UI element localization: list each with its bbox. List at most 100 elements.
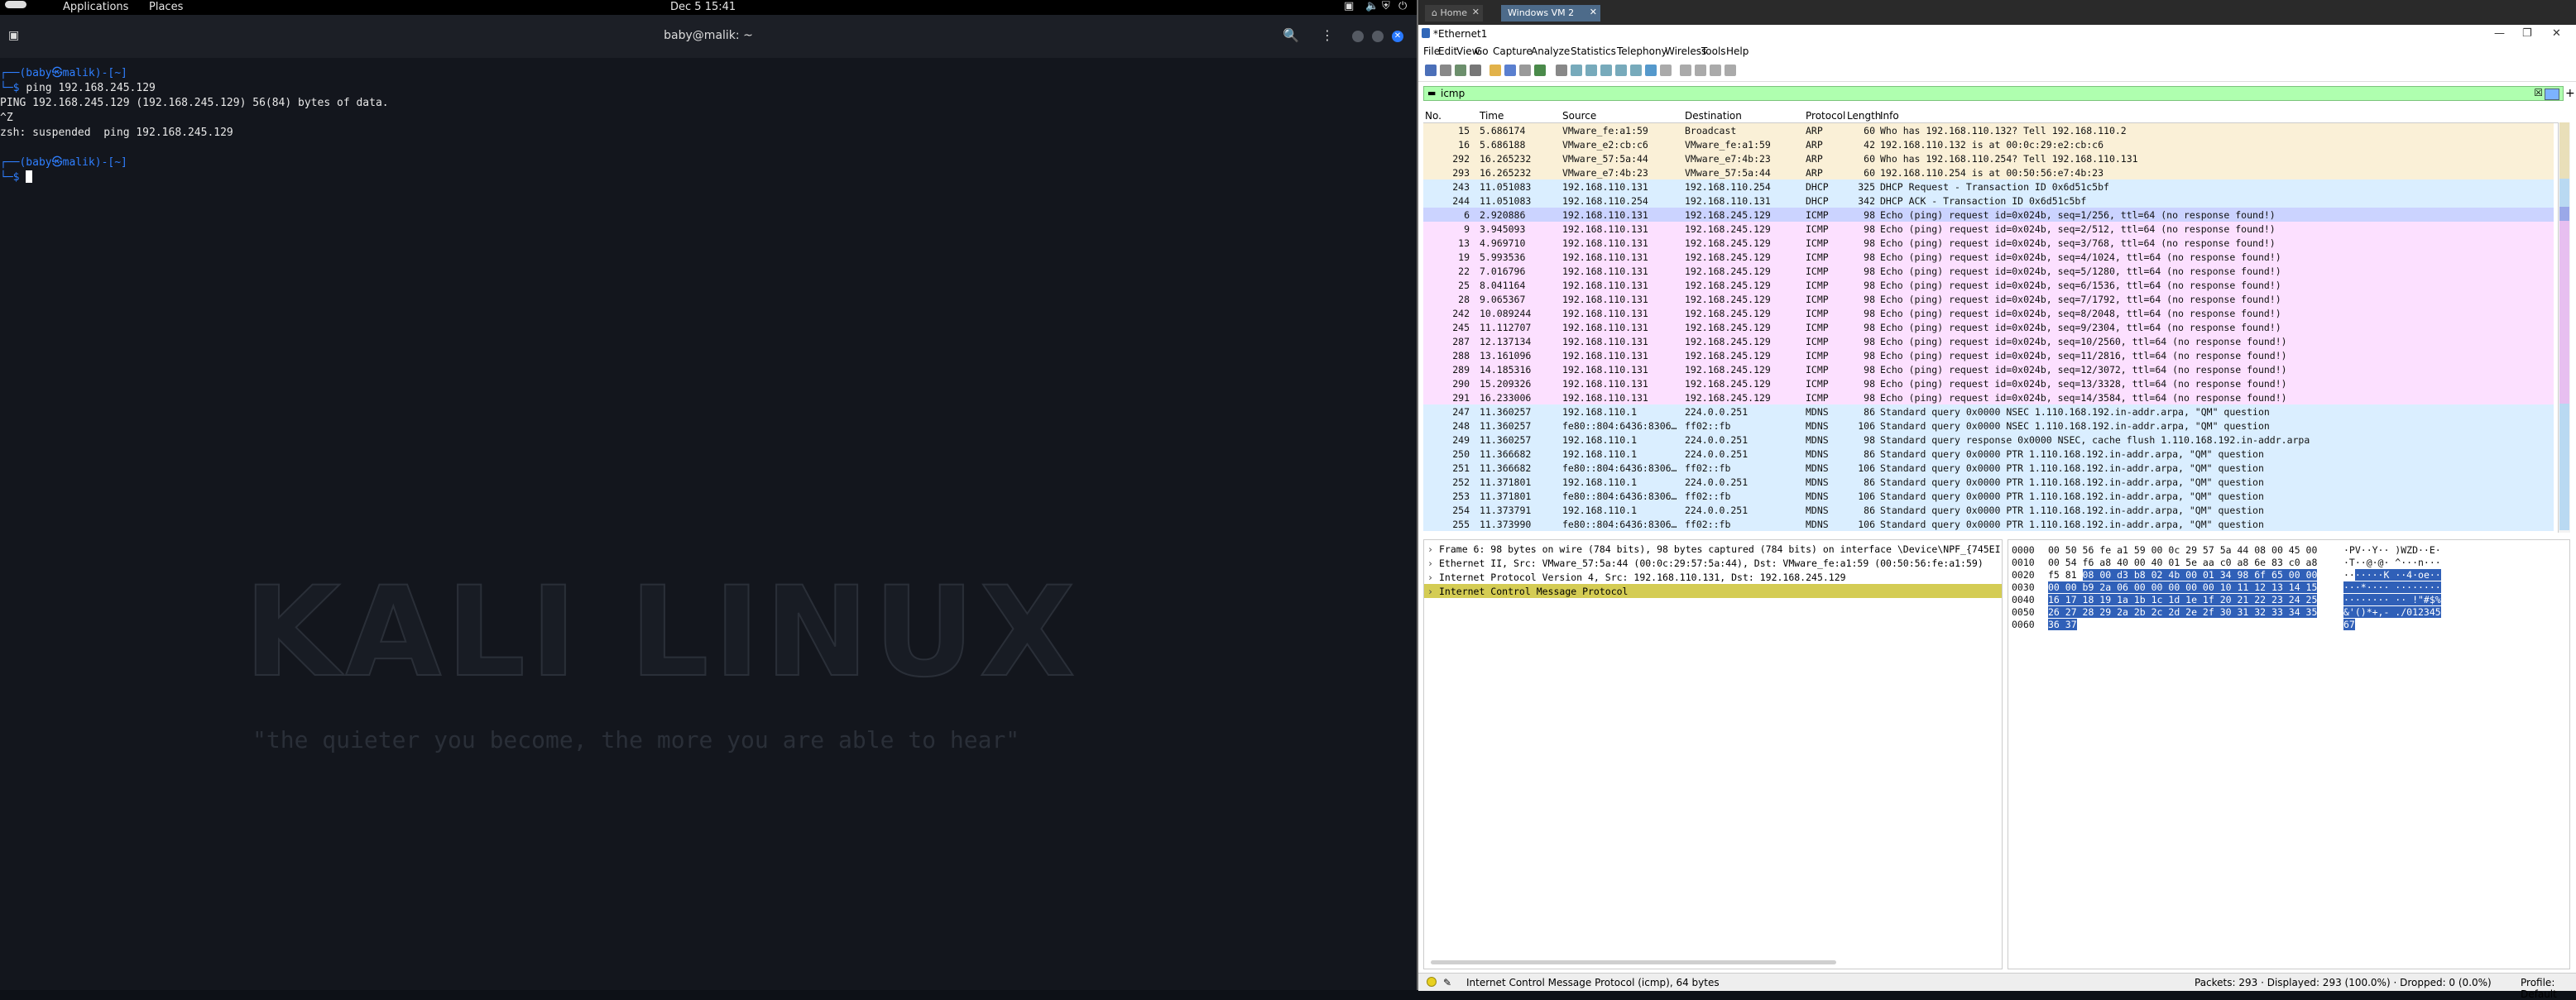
menu-edit[interactable]: Edit [1438, 45, 1457, 57]
packet-row[interactable]: 254 11.373791 192.168.110.1 224.0.0.251 MDNS… [1423, 503, 2554, 517]
maximize-button[interactable] [1372, 31, 1384, 42]
bytes-hex[interactable]: 16 17 18 19 1a 1b 1c 1d 1e 1f 20 21 22 2… [2048, 594, 2318, 605]
packet-row[interactable]: 22 7.016796 192.168.110.131 192.168.245.129… [1423, 264, 2554, 278]
packet-row[interactable]: 244 11.051083 192.168.110.254 192.168.110.1… [1423, 194, 2554, 208]
packet-row[interactable]: 249 11.360257 192.168.110.1 224.0.0.251 MDNS… [1423, 433, 2554, 447]
restart-capture-icon[interactable] [1455, 65, 1466, 76]
menu-go[interactable]: Go [1475, 45, 1489, 57]
tab-home[interactable]: ⌂ Home ✕ [1425, 5, 1483, 22]
apply-filter-button[interactable] [2545, 89, 2559, 100]
expand-arrow-icon[interactable]: › [1427, 557, 1433, 569]
bytes-hex[interactable]: 00 50 56 fe a1 59 00 0c 29 57 5a 44 08 0… [2048, 544, 2317, 556]
activities-button[interactable] [5, 1, 26, 8]
start-capture-icon[interactable] [1425, 65, 1437, 76]
minimize-button[interactable] [1352, 31, 1364, 42]
packet-row[interactable]: 25 8.041164 192.168.110.131 192.168.245.129… [1423, 278, 2554, 292]
column-header-protocol[interactable]: Protocol [1806, 110, 1845, 122]
packet-row[interactable]: 13 4.969710 192.168.110.131 192.168.245.129… [1423, 236, 2554, 250]
menu-help[interactable]: Help [1726, 45, 1749, 57]
menu-analyze[interactable]: Analyze [1531, 45, 1570, 57]
detail-row[interactable]: › Internet Protocol Version 4, Src: 192.1… [1424, 570, 2002, 584]
bytes-hex[interactable]: f5 81 08 00 d3 b8 02 4b 00 01 34 98 6f 6… [2048, 569, 2318, 581]
column-header-source[interactable]: Source [1562, 110, 1596, 122]
packet-row[interactable]: 16 5.686188 VMware_e2:cb:c6 VMware_fe:a1:59… [1423, 137, 2554, 151]
packet-row[interactable]: 9 3.945093 192.168.110.131 192.168.245.129 I… [1423, 222, 2554, 236]
detail-row[interactable]: › Ethernet II, Src: VMware_57:5a:44 (00:0… [1424, 556, 2002, 570]
minimize-button[interactable]: — [2494, 27, 2505, 40]
bytes-hex[interactable]: 26 27 28 29 2a 2b 2c 2d 2e 2f 30 31 32 3… [2048, 606, 2318, 618]
open-file-icon[interactable] [1489, 65, 1501, 76]
bookmark-icon[interactable]: ▬ [1427, 88, 1436, 98]
resize-columns-icon[interactable] [1725, 65, 1736, 76]
bytes-ascii[interactable]: ·······K ··4·oe·· [2343, 569, 2441, 581]
edit-comment-icon[interactable]: ✎ [1443, 977, 1451, 988]
bytes-ascii[interactable]: 67 [2343, 619, 2355, 630]
menu-tools[interactable]: Tools [1701, 45, 1726, 57]
packet-row[interactable]: 248 11.360257 fe80::804:6436:8306… ff02::fb… [1423, 419, 2554, 433]
packet-row[interactable]: 290 15.209326 192.168.110.131 192.168.245.1… [1423, 376, 2554, 390]
bytes-ascii[interactable]: &'()*+,- ./012345 [2343, 606, 2441, 618]
find-packet-icon[interactable] [1556, 65, 1567, 76]
display-filter-input[interactable] [1441, 88, 2434, 99]
terminal-window[interactable]: ▣ baby@malik: ~ 🔍 ⋮ ✕ ┌──(baby㉿malik)-[~… [0, 15, 1417, 990]
bytes-ascii[interactable]: ·PV··Y·· )WZD··E· [2343, 544, 2441, 556]
go-to-packet-icon[interactable] [1600, 65, 1612, 76]
packet-row[interactable]: 251 11.366682 fe80::804:6436:8306… ff02::fb… [1423, 461, 2554, 475]
places-menu[interactable]: Places [149, 1, 183, 13]
close-button[interactable]: ✕ [2552, 27, 2561, 40]
last-packet-icon[interactable] [1630, 65, 1642, 76]
autoscroll-icon[interactable] [1645, 65, 1657, 76]
expert-info-icon[interactable] [1427, 977, 1437, 987]
column-header-info[interactable]: Info [1880, 110, 1899, 122]
first-packet-icon[interactable] [1615, 65, 1627, 76]
packet-row[interactable]: 247 11.360257 192.168.110.1 224.0.0.251 MDNS… [1423, 404, 2554, 419]
bytes-hex[interactable]: 00 54 f6 a8 40 00 40 01 5e aa c0 a8 6e 8… [2048, 557, 2317, 568]
packet-row[interactable]: 28 9.065367 192.168.110.131 192.168.245.129… [1423, 292, 2554, 306]
close-button[interactable]: ✕ [1392, 31, 1403, 42]
menu-wireless[interactable]: Wireless [1665, 45, 1706, 57]
profile-label[interactable]: Profile: Default [2521, 977, 2576, 1000]
bytes-ascii[interactable]: ·T··@·@· ^···n··· [2343, 557, 2441, 568]
expand-arrow-icon[interactable]: › [1427, 572, 1433, 583]
packet-row[interactable]: 243 11.051083 192.168.110.131 192.168.110.2… [1423, 179, 2554, 194]
reload-icon[interactable] [1534, 65, 1546, 76]
column-header-destination[interactable]: Destination [1685, 110, 1742, 122]
network-icon[interactable]: ⛨ [1382, 0, 1390, 12]
go-forward-icon[interactable] [1585, 65, 1597, 76]
bytes-ascii[interactable]: ········ ·· !"#$% [2343, 594, 2441, 605]
packet-row[interactable]: 252 11.371801 192.168.110.1 224.0.0.251 MDNS… [1423, 475, 2554, 489]
search-icon[interactable]: 🔍 [1283, 27, 1299, 43]
expand-arrow-icon[interactable]: › [1427, 586, 1433, 597]
packet-row[interactable]: 292 16.265232 VMware_57:5a:44 VMware_e7:4b:… [1423, 151, 2554, 165]
go-back-icon[interactable] [1571, 65, 1582, 76]
detail-row[interactable]: › Frame 6: 98 bytes on wire (784 bits), 9… [1424, 542, 2002, 556]
packet-row[interactable]: 287 12.137134 192.168.110.131 192.168.245.1… [1423, 334, 2554, 348]
packet-row[interactable]: 255 11.373990 fe80::804:6436:8306… ff02::fb… [1423, 517, 2554, 531]
terminal-output[interactable]: ┌──(baby㉿malik)-[~] └─$ ping 192.168.245.… [0, 66, 389, 185]
zoom-in-icon[interactable] [1680, 65, 1691, 76]
save-file-icon[interactable] [1504, 65, 1516, 76]
close-icon[interactable]: ✕ [1472, 7, 1480, 17]
volume-icon[interactable]: 🔈 [1365, 0, 1379, 12]
add-filter-button[interactable]: + [2565, 87, 2575, 100]
clear-filter-icon[interactable]: ☒ [2534, 87, 2543, 98]
menu-icon[interactable]: ⋮ [1321, 27, 1334, 43]
tab-windows-vm[interactable]: Windows VM 2 ✕ [1501, 5, 1600, 22]
packet-row[interactable]: 245 11.112707 192.168.110.131 192.168.245.1… [1423, 320, 2554, 334]
menu-telephony[interactable]: Telephony [1617, 45, 1667, 57]
packet-row[interactable]: 288 13.161096 192.168.110.131 192.168.245.1… [1423, 348, 2554, 362]
packet-row[interactable]: 253 11.371801 fe80::804:6436:8306… ff02::fb… [1423, 489, 2554, 503]
clock[interactable]: Dec 5 15:41 [670, 1, 736, 13]
packet-row[interactable]: 6 2.920886 192.168.110.131 192.168.245.129 I… [1423, 208, 2554, 222]
capture-options-icon[interactable] [1470, 65, 1481, 76]
packet-row[interactable]: 291 16.233006 192.168.110.131 192.168.245.1… [1423, 390, 2554, 404]
zoom-out-icon[interactable] [1695, 65, 1706, 76]
packet-minimap[interactable] [2558, 122, 2570, 533]
bytes-ascii[interactable]: ···*···· ········ [2343, 581, 2441, 593]
column-header-no[interactable]: No. [1425, 110, 1442, 122]
menu-capture[interactable]: Capture [1493, 45, 1533, 57]
packet-row[interactable]: 15 5.686174 VMware_fe:a1:59 Broadcast ARP 60 W… [1423, 123, 2554, 137]
detail-row[interactable]: › Internet Control Message Protocol [1424, 584, 2002, 598]
menu-statistics[interactable]: Statistics [1571, 45, 1616, 57]
colorize-icon[interactable] [1660, 65, 1672, 76]
